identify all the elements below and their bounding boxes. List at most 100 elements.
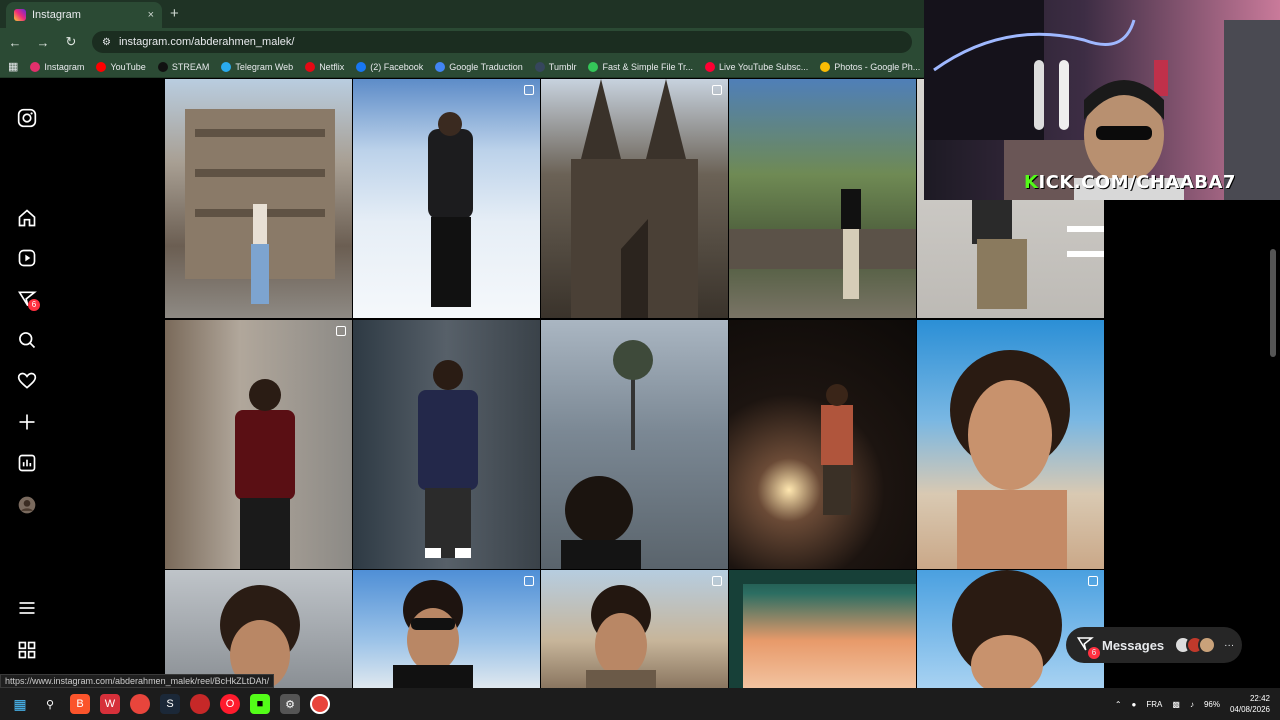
reload-icon[interactable]: ↻ [64,34,78,50]
chrome-icon[interactable] [130,694,150,714]
bookmark-item[interactable]: YouTube [96,61,146,72]
post-night-fire[interactable] [729,320,916,569]
bookmark-item[interactable]: Netflix [305,61,344,72]
bookmark-favicon-icon [30,61,41,72]
kick-k-letter: K [1024,172,1039,193]
post-city-portrait[interactable] [541,570,728,688]
bookmark-favicon-icon [356,61,367,72]
bookmark-item[interactable]: Google Traduction [435,61,523,72]
reel-icon [712,576,722,586]
tab-instagram[interactable]: Instagram × [6,2,162,28]
bookmark-item[interactable]: Photos - Google Ph... [820,61,921,72]
instagram-sidebar: 6 [0,79,56,688]
bookmark-item[interactable]: Tumblr [534,61,577,72]
more-icon[interactable]: ··· [1224,640,1234,651]
bookmark-favicon-icon [96,61,107,72]
bookmark-item[interactable]: Instagram [30,61,84,72]
apps-grid-icon[interactable]: ▦ [8,60,18,73]
search-icon[interactable] [14,327,40,353]
bookmark-label: Fast & Simple File Tr... [602,61,693,72]
browser-toolbar: ← → ↻ ⚙ instagram.com/abderahmen_malek/ [0,28,924,56]
bookmark-favicon-icon [157,61,168,72]
language-indicator[interactable]: FRA [1146,700,1162,709]
home-icon[interactable] [14,205,40,231]
post-building[interactable] [165,79,352,318]
chevron-up-icon[interactable]: ⌃ [1115,700,1122,709]
insights-icon[interactable] [14,450,40,476]
notification-badge: 6 [28,299,40,311]
bookmark-label: Live YouTube Subsc... [718,61,809,72]
volume-icon[interactable]: ♪ [1190,700,1194,709]
link-status-url: https://www.instagram.com/abderahmen_mal… [0,674,275,688]
clock[interactable]: 22:42 04/08/2026 [1230,693,1270,715]
browser-tabbar: Instagram × + [0,0,924,28]
close-tab-icon[interactable]: × [148,9,154,21]
kick-channel-text: ICK.COM/CHAABA7 [1038,172,1236,193]
microphone-icon[interactable]: ● [1132,700,1137,709]
post-beach-selfie[interactable] [917,320,1104,569]
bookmark-label: Tumblr [548,61,577,72]
heart-icon[interactable] [14,368,40,394]
windows-start-icon[interactable]: ▦ [10,694,30,714]
menu-icon[interactable] [14,595,40,621]
obs-like-icon[interactable]: ■ [250,694,270,714]
bookmark-item[interactable]: Telegram Web [221,61,293,72]
reel-icon [712,85,722,95]
bookmark-favicon-icon [435,61,446,72]
address-url: instagram.com/abderahmen_malek/ [118,36,295,48]
bookmark-favicon-icon [305,61,316,72]
profile-avatar[interactable] [14,492,40,518]
post-elevator-selfie[interactable] [353,320,540,569]
post-portrait-trees[interactable] [165,570,352,688]
bookmark-favicon-icon [534,61,545,72]
webcam-scene [924,0,1280,200]
brave-icon[interactable]: B [70,694,90,714]
post-palm-view[interactable] [541,320,728,569]
reel-icon [524,576,534,586]
bookmark-label: Photos - Google Ph... [834,61,921,72]
clock-date: 04/08/2026 [1229,705,1270,714]
instagram-logo-icon[interactable] [14,105,40,131]
avatar [1198,636,1217,654]
wps-icon[interactable]: W [100,694,120,714]
search-icon[interactable]: ⚲ [40,694,60,714]
instagram-favicon-icon [14,9,26,21]
create-icon[interactable] [14,409,40,435]
clock-time: 22:42 [1249,694,1270,703]
address-bar[interactable]: ⚙ instagram.com/abderahmen_malek/ [92,31,912,53]
bookmark-favicon-icon [588,61,599,72]
threads-icon[interactable] [14,637,40,663]
bookmark-label: STREAM [171,61,210,72]
bookmark-item[interactable]: STREAM [157,61,210,72]
bookmark-item[interactable]: Fast & Simple File Tr... [588,61,693,72]
bookmark-label: (2) Facebook [370,61,424,72]
steam-icon[interactable]: S [160,694,180,714]
bookmark-favicon-icon [820,61,831,72]
messages-badge: 6 [1088,647,1100,659]
reels-icon[interactable] [14,245,40,271]
reel-icon [1088,576,1098,586]
app-icon[interactable] [190,694,210,714]
site-info-icon[interactable]: ⚙ [102,37,111,48]
post-garden[interactable] [729,79,916,318]
post-cathedral[interactable] [541,79,728,318]
bookmark-label: Google Traduction [449,61,523,72]
battery-level[interactable]: 96% [1204,700,1220,709]
bookmarks-bar: ▦ Instagram YouTube STREAM Telegram Web Netf… [0,56,924,78]
messages-avatars [1174,636,1217,654]
post-sunset-window[interactable] [729,570,916,688]
forward-icon[interactable]: → [36,35,50,50]
bookmark-item[interactable]: (2) Facebook [356,61,424,72]
opera-icon[interactable]: O [220,694,240,714]
post-sunglasses[interactable] [353,570,540,688]
post-mirror-selfie-red[interactable] [165,320,352,569]
back-icon[interactable]: ← [8,35,22,50]
settings-icon[interactable]: ⚙ [280,694,300,714]
new-tab-button[interactable]: + [170,2,179,28]
network-icon[interactable]: ▩ [1172,700,1180,709]
messages-button[interactable]: 6 Messages ··· [1066,627,1242,663]
post-ice-rink[interactable] [353,79,540,318]
page-scrollbar[interactable] [1270,249,1276,357]
chrome-active-icon[interactable] [310,694,330,714]
bookmark-item[interactable]: Live YouTube Subsc... [704,61,809,72]
